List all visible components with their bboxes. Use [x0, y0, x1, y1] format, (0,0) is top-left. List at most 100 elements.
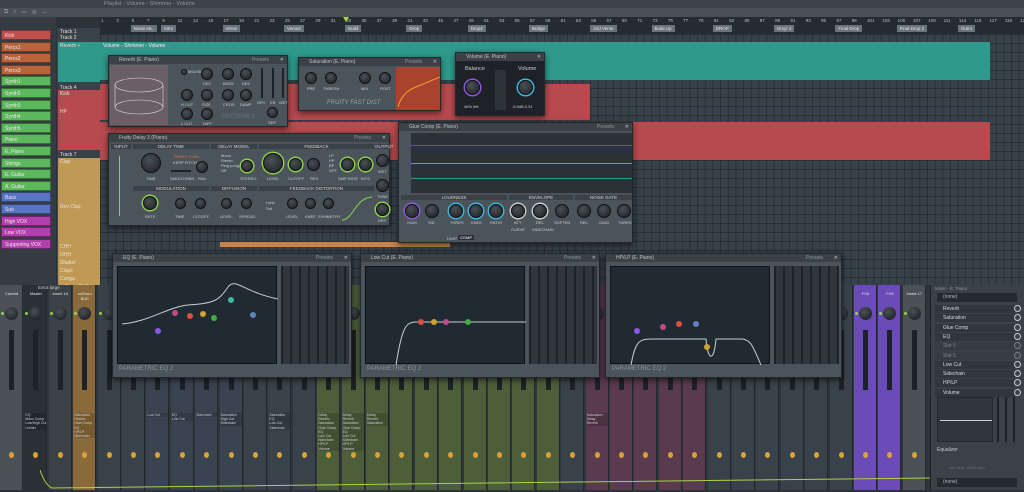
mode-off[interactable]: Off [221, 168, 226, 173]
effect-slot[interactable]: Slot 5 [935, 342, 1021, 351]
volume-knob[interactable] [518, 80, 533, 95]
channel-button[interactable]: A. Guitar [1, 180, 51, 191]
route-icon[interactable] [887, 452, 893, 458]
channel-button[interactable]: Percs2 [1, 53, 51, 64]
zoom-icon[interactable]: ⌕ [13, 9, 16, 16]
window-titlebar[interactable]: Low Cut (E. Piano) Presets ✕ [361, 254, 599, 262]
channel-button[interactable]: Percs1 [1, 41, 51, 52]
insert-effects-list[interactable]: EQ Maxx Comp Low/High Cut Limiter [25, 413, 46, 430]
res-knob[interactable] [307, 158, 320, 171]
route-icon[interactable] [667, 452, 673, 458]
volume-fader[interactable] [911, 330, 917, 390]
er-slider[interactable] [272, 68, 274, 98]
timeline-ruler[interactable]: 1 3 5 7 9 11 13 15 17 19 21 23 25 27 29 31 33 35 37 39 41 43 4… [100, 17, 1024, 34]
volume-fader[interactable] [106, 330, 112, 390]
eq-graph[interactable] [610, 266, 770, 366]
close-icon[interactable]: ✕ [834, 254, 838, 262]
volume-fader[interactable] [57, 330, 63, 390]
insert-effect[interactable]: Reverb [587, 421, 608, 425]
size-knob[interactable] [201, 89, 213, 101]
smp-rate-knob[interactable] [341, 158, 354, 171]
effect-slot[interactable]: Low Cut [935, 360, 1021, 369]
time-marker[interactable]: Verse2 [283, 25, 304, 32]
dry-slider[interactable] [261, 68, 263, 98]
channel-button[interactable]: E. Guitar [1, 169, 51, 180]
route-icon[interactable] [82, 452, 88, 458]
insert-effects-list[interactable]: EQ Low Cut [171, 413, 193, 422]
window-titlebar[interactable]: EQ (E. Piano) Presets ✕ [113, 254, 351, 262]
input-select[interactable]: (none) [937, 293, 1017, 302]
time-marker[interactable]: Drop2 [467, 25, 486, 32]
keep-pitch-option[interactable]: KEEP PITCH [173, 160, 197, 165]
time-knob[interactable] [141, 153, 161, 173]
lcut-knob[interactable] [181, 108, 193, 120]
pan-knob[interactable] [29, 307, 43, 320]
route-icon[interactable] [106, 452, 112, 458]
channel-button[interactable]: Piano [1, 134, 51, 145]
track-header[interactable]: Claps [58, 267, 100, 275]
pan-knob[interactable] [78, 307, 92, 320]
wet-knob[interactable] [376, 154, 389, 167]
track-header[interactable]: Track 7 [58, 151, 100, 158]
channel-button[interactable]: Low VOX [1, 227, 51, 238]
att-knob[interactable] [511, 204, 525, 218]
route-icon[interactable] [33, 452, 39, 458]
thresh-knob[interactable] [325, 72, 337, 84]
route-icon[interactable] [594, 452, 600, 458]
sep-knob[interactable] [267, 107, 278, 118]
channel-button[interactable]: Synth4 [1, 111, 51, 122]
route-icon[interactable] [301, 452, 307, 458]
insert-effect[interactable]: Sidechain [196, 413, 217, 417]
route-icon[interactable] [765, 452, 771, 458]
time-marker[interactable]: Drop' 2 [774, 25, 795, 32]
enable-led[interactable] [1, 312, 4, 315]
mid-side-toggle[interactable] [181, 69, 187, 75]
window-titlebar[interactable]: HP/LP (E. Piano) Presets ✕ [606, 254, 841, 262]
channel-button[interactable]: Strings [1, 157, 51, 168]
mix-knob[interactable] [359, 72, 371, 84]
limit-toggle[interactable]: LIMIT [447, 236, 457, 241]
route-icon[interactable] [423, 452, 429, 458]
eq-graph[interactable] [937, 397, 993, 442]
slot-mix-knob[interactable] [1014, 332, 1021, 340]
mixer-strip[interactable]: Current [0, 285, 23, 490]
mixer-strip[interactable]: xxDrum BUS Saturation Reverb Glue Comp EQ HP/… [73, 285, 97, 490]
channel-button[interactable]: E. Piano [1, 146, 51, 156]
tempo-sync-option[interactable]: TEMPO SYNC [173, 154, 199, 159]
insert-effects-list[interactable]: Saturation Reverb Glue Comp EQ HP/LP Sidechai… [74, 413, 96, 439]
close-icon[interactable]: ✕ [382, 134, 386, 142]
volume-fader[interactable] [9, 330, 14, 390]
enable-led[interactable] [855, 312, 858, 315]
insert-effects-list[interactable]: Delay Reverb Saturation [367, 413, 388, 426]
enable-led[interactable] [49, 312, 53, 315]
output-select[interactable]: (none) [937, 478, 1017, 487]
slot-mix-knob[interactable] [1014, 314, 1021, 322]
effect-slot[interactable]: Slot 6 [935, 351, 1021, 360]
route-icon[interactable] [326, 452, 332, 458]
window-titlebar[interactable]: Fruity Delay 3 (Piano) Presets ✕ [109, 134, 389, 142]
knee-knob[interactable] [305, 198, 316, 209]
route-icon[interactable] [863, 452, 868, 458]
route-icon[interactable] [277, 452, 283, 458]
track-header[interactable]: Rev Clap [58, 203, 100, 243]
route-icon[interactable] [716, 452, 722, 458]
time-marker[interactable]: 2nd Verse [590, 25, 617, 32]
insert-effects-list[interactable]: Sidechain [196, 413, 218, 418]
window-titlebar[interactable]: Glue Comp (E. Piano) Presets ✕ [399, 123, 632, 131]
track-header[interactable]: CHH [58, 243, 100, 251]
slot-mix-knob[interactable] [1014, 360, 1021, 368]
rate-knob[interactable] [143, 196, 157, 210]
channel-button[interactable]: Synth2 [1, 88, 51, 98]
dist-level-knob[interactable] [287, 198, 298, 209]
effect-slot[interactable]: Sidechain [935, 370, 1021, 379]
enable-led[interactable] [98, 312, 102, 315]
effect-slot[interactable]: Volume [935, 388, 1021, 397]
mixer-view-label[interactable]: Extra large [38, 285, 60, 290]
sid-knob[interactable] [425, 204, 439, 218]
route-icon[interactable] [521, 452, 527, 458]
track-header[interactable]: HP [58, 108, 100, 148]
track-header[interactable]: Shaker [58, 259, 100, 267]
effect-slot[interactable]: Saturation [935, 314, 1021, 323]
effect-slot[interactable]: HP/LP [935, 379, 1021, 388]
pre-knob[interactable] [305, 72, 317, 84]
